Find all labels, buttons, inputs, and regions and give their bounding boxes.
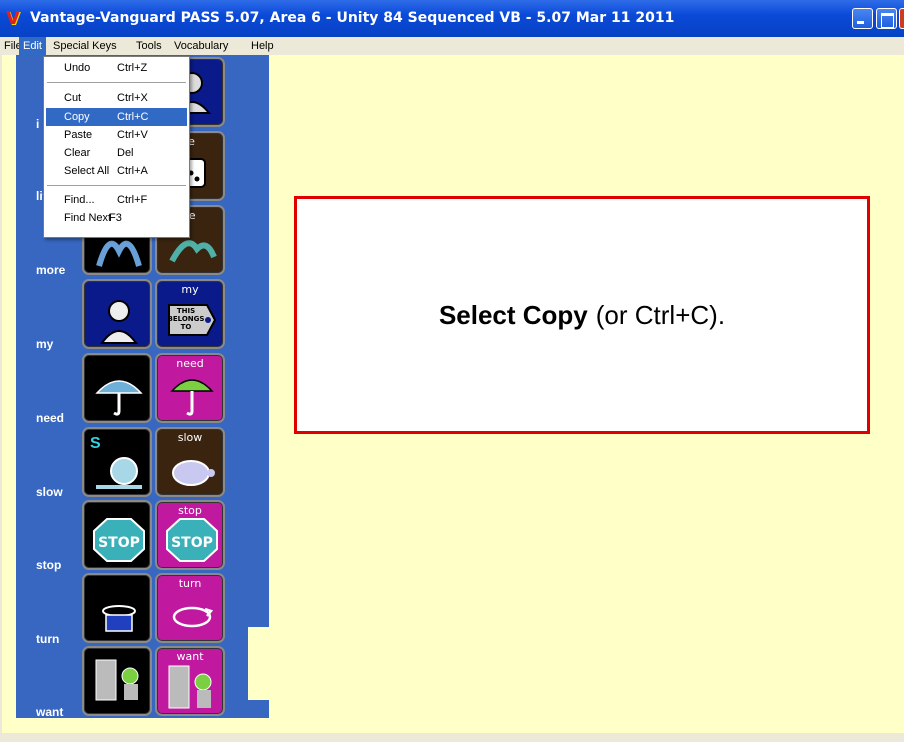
instruction-rest: (or Ctrl+C). bbox=[595, 299, 726, 330]
word-want[interactable]: want bbox=[36, 705, 63, 719]
stop-sign-icon: STOP bbox=[93, 518, 145, 562]
tag-text: THIS BELONGS TO bbox=[167, 307, 205, 331]
minimize-icon[interactable] bbox=[852, 8, 873, 29]
menu-item-select-all[interactable]: Select All Ctrl+A bbox=[46, 162, 187, 180]
panel-notch bbox=[248, 627, 285, 700]
stop-sign-icon: STOP bbox=[166, 518, 218, 562]
menu-item-label: Copy bbox=[64, 111, 90, 123]
key-need[interactable]: need bbox=[155, 353, 225, 423]
robot-vending-icon bbox=[168, 665, 212, 709]
word-more[interactable]: more bbox=[36, 263, 65, 277]
pot-icon bbox=[102, 605, 136, 632]
umbrella-icon bbox=[170, 379, 214, 416]
word-turn[interactable]: turn bbox=[36, 632, 59, 646]
menu-separator bbox=[47, 82, 186, 83]
key-turn[interactable]: turn bbox=[155, 573, 225, 643]
close-icon[interactable] bbox=[899, 8, 904, 29]
menu-item-find[interactable]: Find... Ctrl+F bbox=[46, 191, 187, 209]
key-slow[interactable]: slow bbox=[155, 427, 225, 497]
key-want-robot[interactable] bbox=[82, 646, 152, 716]
word-i[interactable]: i bbox=[36, 117, 39, 131]
key-stop-sign[interactable]: STOP bbox=[82, 500, 152, 570]
title-bar: V Vantage-Vanguard PASS 5.07, Area 6 - U… bbox=[0, 0, 904, 37]
window-title: Vantage-Vanguard PASS 5.07, Area 6 - Uni… bbox=[30, 10, 675, 26]
menu-separator bbox=[47, 185, 186, 186]
menu-item-shortcut: Ctrl+X bbox=[117, 92, 148, 104]
menu-item-label: Find... bbox=[64, 194, 95, 206]
word-my[interactable]: my bbox=[36, 337, 53, 351]
edit-menu-dropdown: Undo Ctrl+Z Cut Ctrl+X Copy Ctrl+C Paste… bbox=[43, 56, 190, 238]
snail-icon bbox=[96, 457, 142, 489]
menu-bar: File Edit Special Keys Tools Vocabulary … bbox=[0, 37, 904, 55]
maximize-icon[interactable] bbox=[876, 8, 897, 29]
menu-item-undo[interactable]: Undo Ctrl+Z bbox=[46, 59, 187, 77]
key-slow-snail[interactable]: S bbox=[82, 427, 152, 497]
key-label: stop bbox=[178, 504, 202, 517]
person-icon bbox=[100, 300, 138, 344]
robot-vending-icon bbox=[95, 659, 139, 701]
menu-item-label: Find Next bbox=[64, 212, 112, 224]
instruction-box: Select Copy (or Ctrl+C). bbox=[294, 196, 870, 434]
status-strip bbox=[0, 733, 904, 742]
menu-help[interactable]: Help bbox=[247, 37, 278, 55]
menu-item-shortcut: Ctrl+V bbox=[117, 129, 148, 141]
menu-item-shortcut: F3 bbox=[109, 212, 122, 224]
key-stop[interactable]: stop STOP bbox=[155, 500, 225, 570]
instruction-bold: Select Copy bbox=[438, 299, 588, 330]
menu-item-label: Clear bbox=[64, 147, 91, 159]
word-slow[interactable]: slow bbox=[36, 485, 63, 499]
turtle-icon bbox=[172, 460, 215, 486]
menu-item-shortcut: Ctrl+F bbox=[117, 194, 148, 206]
key-want[interactable]: want bbox=[155, 646, 225, 716]
umbrella-icon bbox=[95, 380, 143, 416]
menu-item-shortcut: Ctrl+C bbox=[117, 111, 149, 123]
menu-item-label: Cut bbox=[64, 92, 82, 104]
window-border bbox=[0, 55, 2, 742]
menu-tools[interactable]: Tools bbox=[132, 37, 166, 55]
key-need-umbrella[interactable] bbox=[82, 353, 152, 423]
menu-special-keys[interactable]: Special Keys bbox=[49, 37, 121, 55]
menu-item-paste[interactable]: Paste Ctrl+V bbox=[46, 126, 187, 144]
rotate-arrows-icon bbox=[172, 606, 214, 628]
menu-item-copy[interactable]: Copy Ctrl+C bbox=[46, 108, 187, 126]
word-need[interactable]: need bbox=[36, 411, 64, 425]
menu-item-clear[interactable]: Clear Del bbox=[46, 144, 187, 162]
menu-item-shortcut: Ctrl+A bbox=[117, 165, 148, 177]
key-my-person[interactable] bbox=[82, 279, 152, 349]
menu-vocabulary[interactable]: Vocabulary bbox=[170, 37, 232, 55]
stop-sign-text: STOP bbox=[171, 535, 213, 551]
stop-sign-text: STOP bbox=[98, 535, 140, 551]
key-turn-pot[interactable] bbox=[82, 573, 152, 643]
menu-item-label: Select All bbox=[64, 165, 110, 177]
word-stop[interactable]: stop bbox=[36, 558, 61, 572]
menu-item-cut[interactable]: Cut Ctrl+X bbox=[46, 89, 187, 107]
key-my[interactable]: my THIS BELONGS TO bbox=[155, 279, 225, 349]
menu-item-label: Undo bbox=[64, 62, 91, 74]
menu-edit[interactable]: Edit bbox=[19, 37, 46, 55]
menu-item-find-next[interactable]: Find Next F3 bbox=[46, 209, 187, 227]
app-logo-icon: V bbox=[6, 8, 20, 29]
menu-item-shortcut: Ctrl+Z bbox=[117, 62, 148, 74]
menu-item-label: Paste bbox=[64, 129, 93, 141]
menu-item-shortcut: Del bbox=[117, 147, 134, 159]
